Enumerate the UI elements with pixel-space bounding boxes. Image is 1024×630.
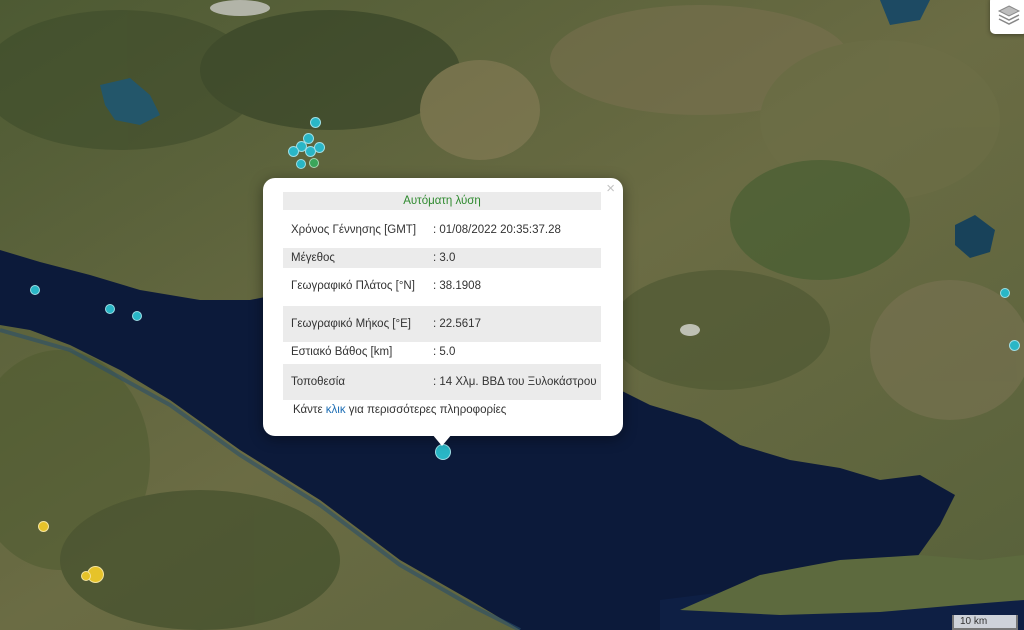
earthquake-marker[interactable] xyxy=(296,159,306,169)
info-row-depth: Εστιακό Βάθος [km] : 5.0 xyxy=(283,342,601,362)
info-label: Χρόνος Γέννησης [GMT] xyxy=(291,223,417,236)
popup-title: Αυτόματη λύση xyxy=(283,192,601,210)
close-icon[interactable]: × xyxy=(606,181,615,197)
snow-patch xyxy=(210,0,270,16)
info-value: : 3.0 xyxy=(433,251,456,264)
info-row-origin-time: Χρόνος Γέννησης [GMT] : 01/08/2022 20:35… xyxy=(283,212,601,248)
info-value: : 22.5617 xyxy=(433,317,481,330)
earthquake-info-popup: × Αυτόματη λύση Χρόνος Γέννησης [GMT] : … xyxy=(263,178,623,436)
earthquake-marker[interactable] xyxy=(1009,340,1020,351)
info-value: : 01/08/2022 20:35:37.28 xyxy=(433,223,561,236)
earthquake-marker[interactable] xyxy=(38,521,49,532)
info-value: : 5.0 xyxy=(433,345,456,358)
info-row-location: Τοποθεσία : 14 Χλμ. ΒΒΔ του Ξυλοκάστρου xyxy=(283,364,601,400)
info-row-latitude: Γεωγραφικό Πλάτος [°N] : 38.1908 xyxy=(283,268,601,304)
layers-control-button[interactable] xyxy=(990,0,1024,34)
info-label: Γεωγραφικό Μήκος [°E] xyxy=(291,317,411,330)
info-row-magnitude: Μέγεθος : 3.0 xyxy=(283,248,601,268)
earthquake-marker[interactable] xyxy=(309,158,319,168)
earthquake-marker[interactable] xyxy=(314,142,325,153)
more-info-link[interactable]: κλικ xyxy=(326,404,346,416)
more-info-prefix: Κάντε xyxy=(293,404,326,416)
scale-bar: 10 km xyxy=(952,615,1018,630)
earthquake-marker[interactable] xyxy=(1000,288,1010,298)
info-value: : 14 Χλμ. ΒΒΔ του Ξυλοκάστρου xyxy=(433,375,597,388)
earthquake-marker-selected[interactable] xyxy=(435,444,451,460)
earthquake-marker[interactable] xyxy=(30,285,40,295)
info-label: Τοποθεσία xyxy=(291,375,345,388)
snow-patch xyxy=(680,324,700,336)
layers-icon xyxy=(997,5,1021,25)
earthquake-marker[interactable] xyxy=(132,311,142,321)
earthquake-marker[interactable] xyxy=(288,146,299,157)
more-info-text: Κάντε κλικ για περισσότερες πληροφορίες xyxy=(293,404,506,416)
earthquake-marker[interactable] xyxy=(310,117,321,128)
info-value: : 38.1908 xyxy=(433,279,481,292)
earthquake-marker[interactable] xyxy=(105,304,115,314)
info-row-longitude: Γεωγραφικό Μήκος [°E] : 22.5617 xyxy=(283,306,601,342)
info-label: Γεωγραφικό Πλάτος [°N] xyxy=(291,279,415,292)
earthquake-marker[interactable] xyxy=(81,571,91,581)
popup-pointer xyxy=(432,434,452,446)
info-label: Εστιακό Βάθος [km] xyxy=(291,345,393,358)
info-label: Μέγεθος xyxy=(291,251,335,264)
more-info-suffix: για περισσότερες πληροφορίες xyxy=(345,404,507,416)
